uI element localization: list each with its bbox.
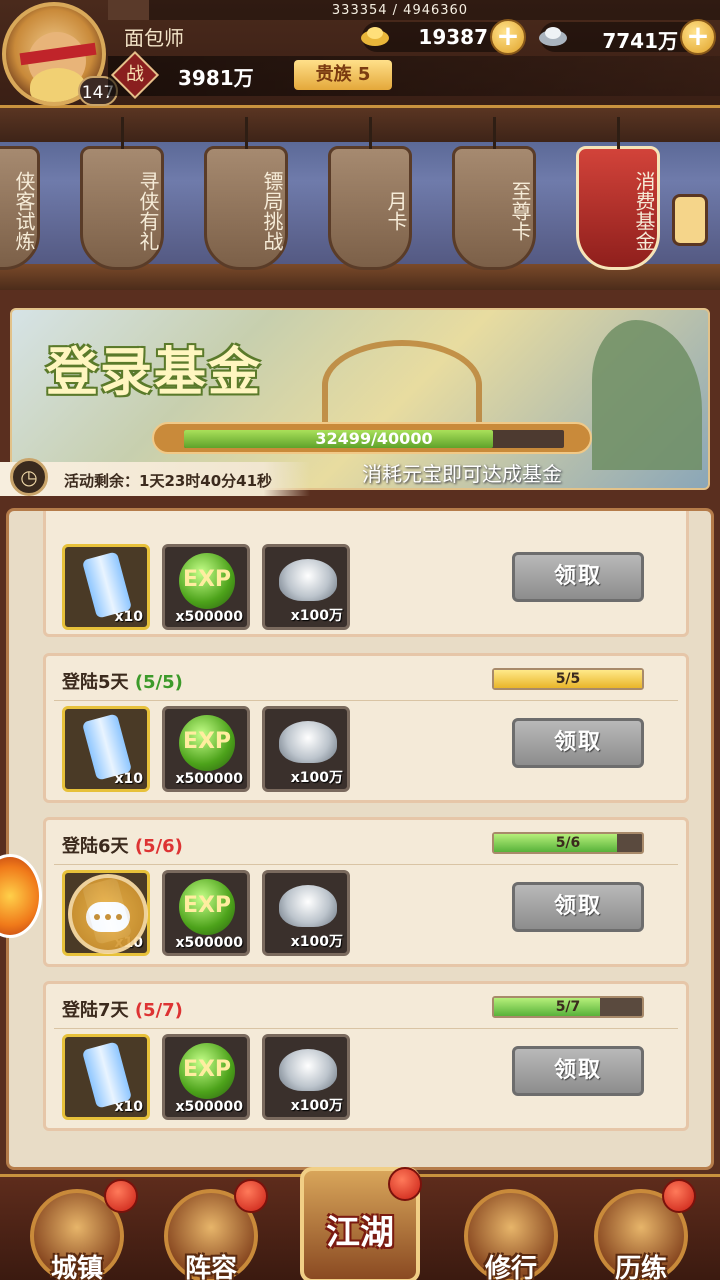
divider (54, 700, 678, 701)
card-title: 登陆7天 (5/7) (62, 1000, 183, 1021)
nav-lineup[interactable]: 阵容 (164, 1179, 268, 1280)
tab-escort-challenge[interactable]: 镖局挑战 (204, 117, 288, 270)
notification-dot (234, 1179, 268, 1213)
reward-scroll[interactable]: x10 (62, 1034, 150, 1120)
exp-bar-fill (108, 0, 150, 20)
exp-text: 333354 / 4946360 (331, 3, 469, 18)
nav-practice[interactable]: 修行 (464, 1189, 558, 1280)
exp-orb-icon: EXP (179, 1043, 235, 1099)
reward-scroll[interactable]: x10 (62, 544, 150, 630)
divider (54, 864, 678, 865)
tab-spending-fund[interactable]: 消费基金 (576, 117, 660, 270)
reward-exp[interactable]: EXP x500000 (162, 544, 250, 630)
claim-button[interactable]: 领取 (512, 552, 644, 602)
roof-beam (0, 108, 720, 142)
gold-amount: 19387 (418, 25, 488, 49)
reward-silver[interactable]: x100万 (262, 1034, 350, 1120)
nav-jianghu[interactable]: 江湖 (300, 1167, 422, 1280)
gold-currency: 19387 + (361, 19, 526, 55)
fund-progress-text: 32499/40000 (315, 429, 433, 448)
exp-orb-icon: EXP (179, 879, 235, 935)
tab-trial[interactable]: 侠客试炼 (0, 146, 40, 270)
clock-icon: ◷ (10, 458, 48, 496)
silver-ingot-icon (279, 559, 337, 601)
reward-card-day7: 登陆7天 (5/7) 5/7 x10 EXP x500000 x100万 领取 (43, 981, 689, 1131)
chat-bubble-icon[interactable] (68, 874, 148, 954)
add-gold-button[interactable]: + (490, 19, 526, 55)
card-progress: 5/6 (492, 832, 644, 854)
gate-illustration (322, 340, 482, 430)
reward-card-day5: 登陆5天 (5/5) 5/5 x10 EXP x500000 x100万 领取 (43, 653, 689, 803)
top-bar: 333354 / 4946360 147 面包师 19387 + 7741万 +… (0, 0, 720, 108)
player-name: 面包师 (124, 26, 184, 50)
silver-ingot-icon (279, 885, 337, 927)
fund-title: 登录基金 (46, 342, 263, 403)
tab-supreme-card[interactable]: 至尊卡 (452, 117, 536, 270)
gold-ingot-icon (361, 27, 389, 46)
fund-progress: 32499/40000 (152, 422, 592, 454)
fund-hint: 消耗元宝即可达成基金 (362, 462, 562, 486)
notification-dot (104, 1179, 138, 1213)
reward-exp[interactable]: EXP x500000 (162, 1034, 250, 1120)
card-progress: 5/7 (492, 996, 644, 1018)
power-row: 战 3981万 贵族 5 (108, 50, 720, 100)
reward-silver[interactable]: x100万 (262, 706, 350, 792)
reward-silver[interactable]: x100万 (262, 544, 350, 630)
notification-dot (388, 1167, 422, 1201)
reward-card-day4: x10 EXP x500000 x100万 领取 (43, 511, 689, 637)
reward-scroll[interactable]: x10 (62, 706, 150, 792)
card-title: 登陆5天 (5/5) (62, 672, 183, 693)
bottom-nav: 城镇 阵容 江湖 修行 历练 (0, 1167, 720, 1280)
claim-button[interactable]: 领取 (512, 718, 644, 768)
tab-monthly-card[interactable]: 月卡 (328, 117, 412, 270)
claim-button[interactable]: 领取 (512, 1046, 644, 1096)
vip-badge[interactable]: 贵族 5 (294, 60, 392, 90)
activity-tabs: 侠客试炼 寻侠有礼 镖局挑战 月卡 至尊卡 消费基金 (0, 108, 720, 290)
silver-ingot-icon (539, 27, 567, 46)
reward-exp[interactable]: EXP x500000 (162, 706, 250, 792)
card-title: 登陆6天 (5/6) (62, 836, 183, 857)
silver-amount: 7741万 (602, 29, 678, 53)
power-icon: 战 (110, 50, 160, 100)
add-silver-button[interactable]: + (680, 19, 716, 55)
combat-power: 3981万 (178, 66, 254, 90)
reward-silver[interactable]: x100万 (262, 870, 350, 956)
exp-orb-icon: EXP (179, 715, 235, 771)
nav-trial[interactable]: 历练 (594, 1179, 696, 1280)
nav-town[interactable]: 城镇 (30, 1179, 138, 1280)
exp-orb-icon: EXP (179, 553, 235, 609)
notification-dot (662, 1179, 696, 1213)
claim-button[interactable]: 领取 (512, 882, 644, 932)
reward-panel: x10 EXP x500000 x100万 领取 登陆5天 (5/5) 5/5 … (0, 502, 720, 1174)
activity-timer: 活动剩余：1天23时40分41秒 (64, 472, 273, 490)
lantern-icon (672, 194, 708, 246)
reward-list[interactable]: x10 EXP x500000 x100万 领取 登陆5天 (5/5) 5/5 … (6, 508, 714, 1170)
tab-hero-gift[interactable]: 寻侠有礼 (80, 117, 164, 270)
silver-ingot-icon (279, 721, 337, 763)
silver-currency: 7741万 + (539, 19, 716, 55)
silver-ingot-icon (279, 1049, 337, 1091)
divider (54, 1028, 678, 1029)
reward-exp[interactable]: EXP x500000 (162, 870, 250, 956)
mountain-illustration (592, 320, 702, 470)
card-progress: 5/5 (492, 668, 644, 690)
